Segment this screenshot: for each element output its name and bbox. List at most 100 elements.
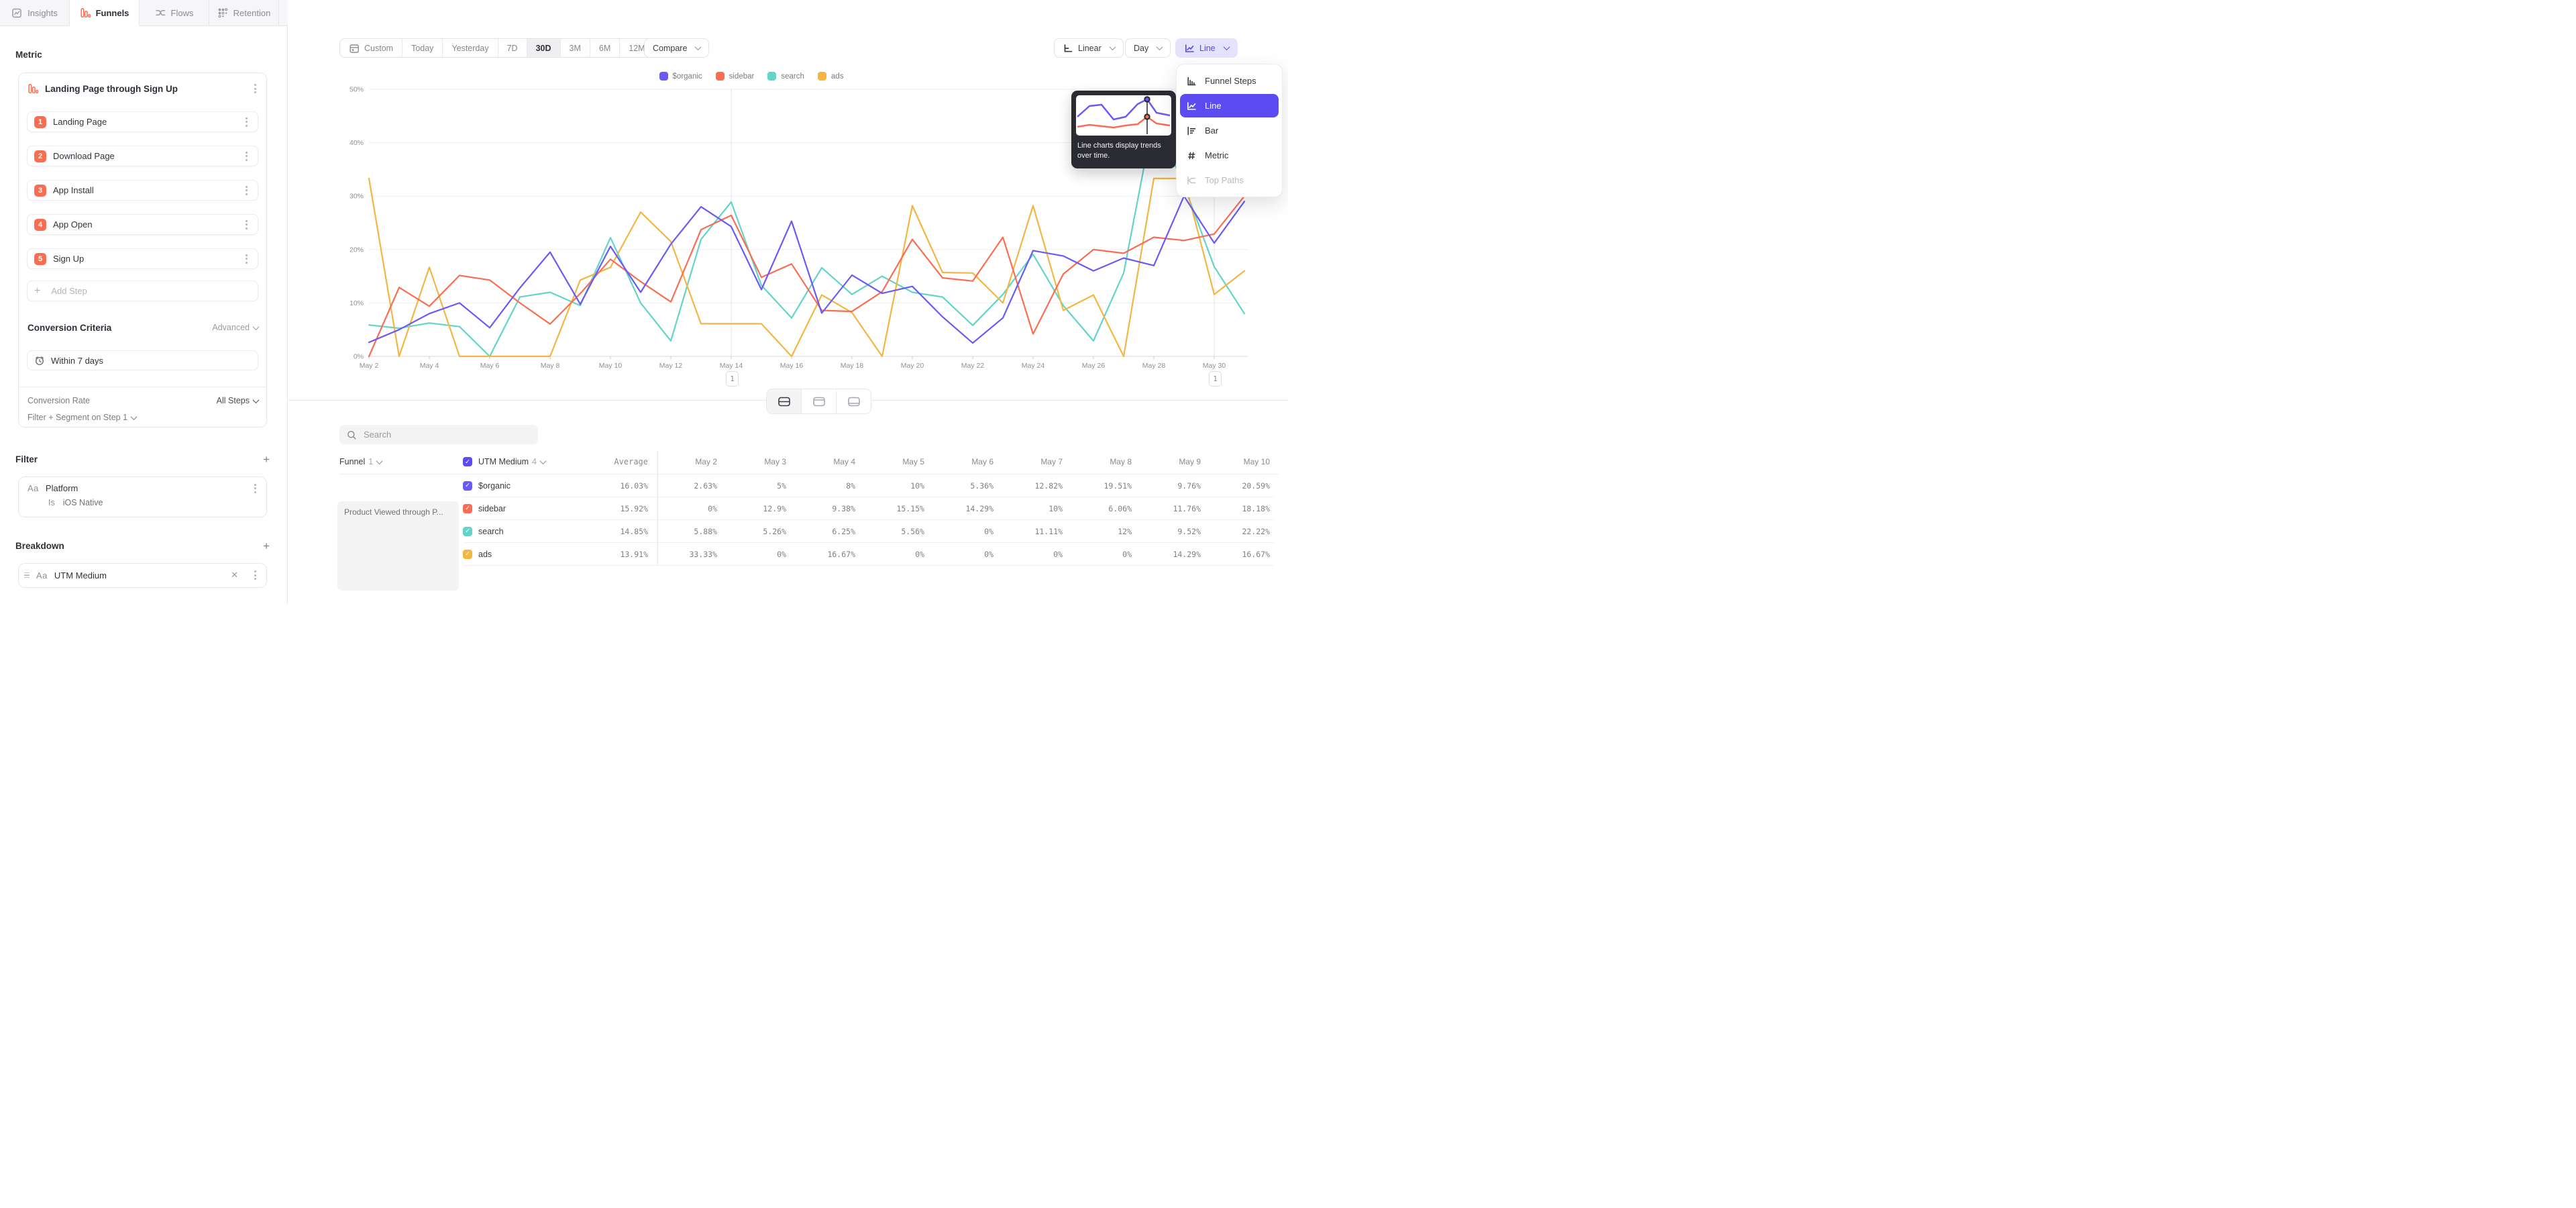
conversion-window-button[interactable]: Within 7 days [27, 350, 258, 370]
tab-label: Retention [233, 8, 271, 18]
cell-value: 0% [1067, 543, 1136, 566]
cell-value: 9.76% [1136, 474, 1205, 497]
legend-item-sidebar[interactable]: sidebar [716, 72, 755, 81]
add-step-button[interactable]: + Add Step [27, 281, 258, 301]
metric-kebab-icon[interactable] [250, 84, 260, 93]
menu-item-label: Metric [1205, 150, 1228, 160]
funnel-step-2[interactable]: 2 Download Page [27, 146, 258, 166]
chevron-down-icon [1109, 44, 1116, 50]
breakdown-property-name: UTM Medium [54, 570, 224, 581]
funnel-step-1[interactable]: 1 Landing Page [27, 111, 258, 132]
legend-label: search [781, 72, 804, 81]
breakdown-column-header[interactable]: ✓ UTM Medium 4 [463, 457, 577, 466]
breakdown-kebab-icon[interactable] [250, 570, 260, 580]
cell-value: 22.22% [1205, 520, 1274, 543]
menu-item-line[interactable]: Line [1180, 94, 1279, 117]
filter-value[interactable]: iOS Native [63, 498, 103, 507]
date-range-control: CustomTodayYesterday7D30D3M6M12M [339, 38, 655, 58]
filter-operator[interactable]: Is [48, 498, 55, 507]
svg-text:40%: 40% [350, 139, 364, 147]
range-3m-button[interactable]: 3M [561, 39, 590, 57]
scale-dropdown[interactable]: Linear [1054, 38, 1124, 58]
step-kebab-icon[interactable] [241, 220, 251, 230]
conversion-rate-dropdown[interactable]: All Steps [217, 396, 258, 405]
filter-kebab-icon[interactable] [250, 484, 260, 493]
chart-legend: $organic sidebar search ads [288, 72, 1214, 81]
panel-layout-toggle [766, 389, 871, 414]
segment-cell[interactable]: ✓ search [463, 520, 577, 543]
filter-card[interactable]: Aa Platform Is iOS Native [18, 476, 267, 517]
svg-text:May 16: May 16 [780, 362, 804, 370]
legend-item-organic[interactable]: $organic [659, 72, 702, 81]
funnel-step-4[interactable]: 4 App Open [27, 214, 258, 235]
funnel-column-header[interactable]: Funnel 1 [339, 457, 463, 466]
segment-name: ads [478, 550, 492, 559]
menu-item-funnel-steps[interactable]: Funnel Steps [1180, 69, 1279, 93]
tabbar-filler [279, 0, 288, 26]
svg-text:May 30: May 30 [1203, 362, 1226, 370]
svg-text:10%: 10% [350, 299, 364, 307]
calendar-icon [349, 43, 360, 54]
tab-flows[interactable]: Flows [140, 0, 209, 26]
granularity-dropdown[interactable]: Day [1125, 38, 1171, 58]
annotation-badge[interactable]: 1 [1209, 371, 1222, 387]
menu-item-metric[interactable]: Metric [1180, 144, 1279, 167]
svg-text:0%: 0% [354, 353, 364, 361]
step-kebab-icon[interactable] [241, 186, 251, 195]
drag-handle-icon[interactable] [24, 572, 30, 578]
cell-value: 14.29% [928, 497, 998, 520]
funnel-step-5[interactable]: 5 Sign Up [27, 248, 258, 269]
step-kebab-icon[interactable] [241, 254, 251, 264]
advanced-dropdown[interactable]: Advanced [212, 323, 258, 332]
menu-item-bar[interactable]: Bar [1180, 119, 1279, 142]
range-30d-button[interactable]: 30D [527, 39, 561, 57]
tab-insights[interactable]: Insights [0, 0, 70, 26]
tab-retention[interactable]: Retention [209, 0, 279, 26]
step-kebab-icon[interactable] [241, 117, 251, 127]
segment-checkbox[interactable]: ✓ [463, 527, 472, 536]
segment-checkbox[interactable]: ✓ [463, 504, 472, 513]
range-today-button[interactable]: Today [402, 39, 443, 57]
funnel-name-cell[interactable]: Product Viewed through P... [337, 501, 459, 591]
select-all-checkbox[interactable]: ✓ [463, 457, 472, 466]
svg-text:20%: 20% [350, 246, 364, 254]
segment-cell[interactable]: ✓ $organic [463, 474, 577, 497]
cell-value: 20.59% [1205, 474, 1274, 497]
layout-top-panel-button[interactable] [802, 389, 837, 413]
step-label: Download Page [53, 151, 235, 161]
range-yesterday-button[interactable]: Yesterday [443, 39, 498, 57]
tab-funnels[interactable]: Funnels [70, 0, 140, 26]
range-6m-button[interactable]: 6M [590, 39, 620, 57]
filter-segment-dropdown[interactable]: Filter + Segment on Step 1 [28, 413, 136, 422]
bottom-panel-icon [848, 397, 860, 407]
cell-value: 5.88% [652, 520, 721, 543]
segment-checkbox[interactable]: ✓ [463, 481, 472, 491]
range-custom-button[interactable]: Custom [340, 39, 402, 57]
segment-cell[interactable]: ✓ ads [463, 543, 577, 566]
layout-bottom-panel-button[interactable] [837, 389, 871, 413]
annotation-badge[interactable]: 1 [726, 371, 739, 387]
breakdown-card[interactable]: Aa UTM Medium ✕ [18, 563, 267, 588]
segment-checkbox[interactable]: ✓ [463, 550, 472, 559]
compare-button[interactable]: Compare [644, 38, 709, 58]
metric-title-row[interactable]: Landing Page through Sign Up [28, 80, 260, 97]
search-input[interactable] [362, 429, 531, 440]
cell-value: 11.76% [1136, 497, 1205, 520]
add-breakdown-button[interactable]: + [263, 540, 270, 552]
range-7d-button[interactable]: 7D [498, 39, 527, 57]
average-value: 16.03% [577, 474, 652, 497]
step-kebab-icon[interactable] [241, 152, 251, 161]
funnel-step-3[interactable]: 3 App Install [27, 180, 258, 201]
step-number-badge: 5 [34, 253, 46, 265]
legend-item-ads[interactable]: ads [818, 72, 844, 81]
metric-title: Landing Page through Sign Up [45, 84, 244, 94]
svg-text:May 4: May 4 [420, 362, 439, 370]
close-icon[interactable]: ✕ [231, 570, 238, 581]
legend-item-search[interactable]: search [767, 72, 804, 81]
segment-cell[interactable]: ✓ sidebar [463, 497, 577, 520]
table-row-ads: ✓ ads 13.91%33.33%0%16.67%0%0%0%0%14.29%… [339, 543, 1279, 566]
layout-split-view-button[interactable] [767, 389, 802, 413]
chart-type-dropdown[interactable]: Line [1175, 38, 1238, 58]
add-filter-button[interactable]: + [263, 454, 270, 465]
cell-value: 10% [859, 474, 928, 497]
